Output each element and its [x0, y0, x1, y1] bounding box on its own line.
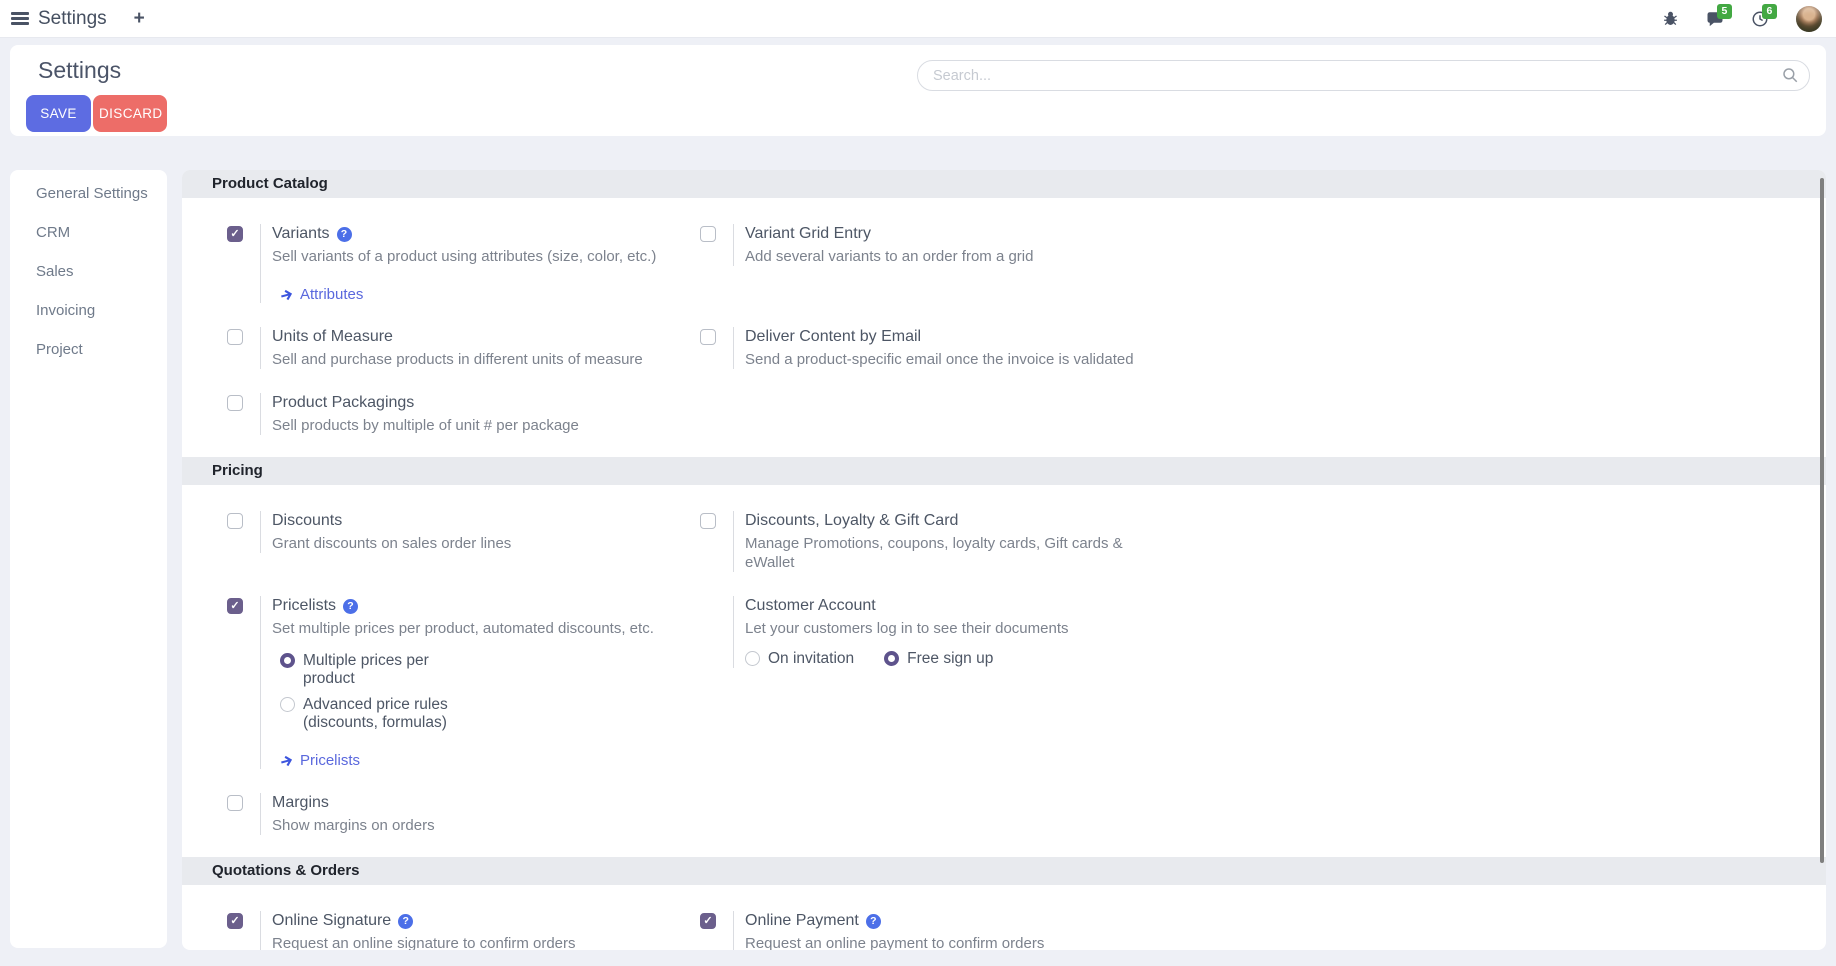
- setting-pricelists: Pricelists Set multiple prices per produ…: [227, 596, 700, 769]
- units-of-measure-checkbox[interactable]: [227, 329, 243, 345]
- setting-description: Add several variants to an order from a …: [745, 247, 1173, 266]
- setting-units-of-measure: Units of Measure Sell and purchase produ…: [227, 327, 700, 369]
- navbar-right-icons: 5 6: [1661, 6, 1836, 32]
- section-header-pricing: Pricing: [182, 457, 1826, 485]
- user-avatar[interactable]: [1796, 6, 1822, 32]
- arrow-right-icon: [278, 286, 295, 303]
- section-header-quotations-orders: Quotations & Orders: [182, 857, 1826, 885]
- setting-description: Grant discounts on sales order lines: [272, 534, 700, 553]
- setting-discounts: Discounts Grant discounts on sales order…: [227, 511, 700, 553]
- arrow-right-icon: [278, 752, 295, 769]
- search-box: [917, 60, 1810, 91]
- link-label: Attributes: [300, 286, 363, 303]
- link-label: Pricelists: [300, 752, 360, 769]
- deliver-content-by-email-checkbox[interactable]: [700, 329, 716, 345]
- setting-description: Let your customers log in to see their d…: [745, 619, 1173, 638]
- page-title: Settings: [38, 57, 121, 84]
- new-tab-button[interactable]: +: [134, 9, 145, 28]
- attributes-link[interactable]: Attributes: [280, 286, 700, 303]
- menu-hamburger-icon[interactable]: [11, 12, 29, 25]
- setting-label: Margins: [272, 793, 329, 813]
- radio-advanced-price-rules[interactable]: Advanced price rules (discounts, formula…: [280, 696, 700, 732]
- settings-header-card: Settings SAVE DISCARD: [10, 45, 1826, 136]
- radio-unselected-icon: [745, 651, 760, 666]
- section-rows-pricing: Discounts Grant discounts on sales order…: [182, 485, 1826, 857]
- setting-description: Request an online signature to confirm o…: [272, 934, 700, 950]
- search-input[interactable]: [917, 60, 1810, 91]
- setting-description: Request an online payment to confirm ord…: [745, 934, 1173, 950]
- setting-description: Show margins on orders: [272, 816, 700, 835]
- setting-description: Send a product-specific email once the i…: [745, 350, 1173, 369]
- vertical-scrollbar[interactable]: [1820, 178, 1824, 863]
- sidebar-item-project[interactable]: Project: [10, 330, 167, 369]
- help-icon[interactable]: [343, 599, 358, 614]
- setting-label: Variants: [272, 224, 330, 244]
- sidebar-item-crm[interactable]: CRM: [10, 213, 167, 252]
- radio-unselected-icon: [280, 697, 295, 712]
- radio-multiple-prices-per-product[interactable]: Multiple prices per product: [280, 652, 700, 688]
- setting-customer-account: Customer Account Let your customers log …: [700, 596, 1173, 668]
- radio-free-sign-up[interactable]: Free sign up: [884, 650, 993, 668]
- help-icon[interactable]: [398, 914, 413, 929]
- online-signature-checkbox[interactable]: [227, 913, 243, 929]
- variants-checkbox[interactable]: [227, 226, 243, 242]
- navbar-app-title: Settings: [38, 8, 107, 30]
- product-packagings-checkbox[interactable]: [227, 395, 243, 411]
- radio-on-invitation[interactable]: On invitation: [745, 650, 854, 668]
- discard-button[interactable]: DISCARD: [93, 95, 167, 132]
- setting-variants: Variants Sell variants of a product usin…: [227, 224, 700, 303]
- messages-count-badge: 5: [1717, 4, 1732, 20]
- activities-count-badge: 6: [1762, 4, 1777, 20]
- settings-sidebar: General Settings CRM Sales Invoicing Pro…: [10, 170, 167, 948]
- setting-variant-grid-entry: Variant Grid Entry Add several variants …: [700, 224, 1173, 266]
- setting-description: Set multiple prices per product, automat…: [272, 619, 700, 638]
- save-button[interactable]: SAVE: [26, 95, 91, 132]
- setting-label: Product Packagings: [272, 393, 414, 413]
- radio-selected-icon: [884, 651, 899, 666]
- online-payment-checkbox[interactable]: [700, 913, 716, 929]
- debug-bug-icon[interactable]: [1661, 10, 1679, 28]
- setting-label: Customer Account: [745, 596, 876, 616]
- pricelists-link[interactable]: Pricelists: [280, 752, 700, 769]
- discounts-checkbox[interactable]: [227, 513, 243, 529]
- messages-icon[interactable]: 5: [1706, 10, 1724, 28]
- activities-clock-icon[interactable]: 6: [1751, 10, 1769, 28]
- setting-label: Discounts: [272, 511, 342, 531]
- sidebar-item-sales[interactable]: Sales: [10, 252, 167, 291]
- search-icon[interactable]: [1781, 66, 1799, 89]
- section-rows-quotations-orders: Online Signature Request an online signa…: [182, 885, 1826, 950]
- top-navbar: Settings + 5 6: [0, 0, 1836, 38]
- setting-label: Discounts, Loyalty & Gift Card: [745, 511, 958, 531]
- setting-description: Sell products by multiple of unit # per …: [272, 416, 700, 435]
- setting-online-payment: Online Payment Request an online payment…: [700, 911, 1173, 950]
- sidebar-item-general-settings[interactable]: General Settings: [10, 174, 167, 213]
- setting-label: Pricelists: [272, 596, 336, 616]
- setting-label: Deliver Content by Email: [745, 327, 921, 347]
- setting-product-packagings: Product Packagings Sell products by mult…: [227, 393, 700, 435]
- setting-label: Units of Measure: [272, 327, 393, 347]
- section-header-product-catalog: Product Catalog: [182, 170, 1826, 198]
- setting-label: Online Signature: [272, 911, 391, 931]
- setting-discounts-loyalty-gift-card: Discounts, Loyalty & Gift Card Manage Pr…: [700, 511, 1173, 572]
- setting-deliver-content-by-email: Deliver Content by Email Send a product-…: [700, 327, 1173, 369]
- discounts-loyalty-checkbox[interactable]: [700, 513, 716, 529]
- settings-content: Product Catalog Variants Sell variants o…: [182, 170, 1826, 950]
- section-rows-product-catalog: Variants Sell variants of a product usin…: [182, 198, 1826, 457]
- help-icon[interactable]: [866, 914, 881, 929]
- settings-app: Settings + 5 6: [0, 0, 1836, 966]
- variant-grid-entry-checkbox[interactable]: [700, 226, 716, 242]
- setting-margins: Margins Show margins on orders: [227, 793, 700, 835]
- sidebar-item-invoicing[interactable]: Invoicing: [10, 291, 167, 330]
- setting-description: Manage Promotions, coupons, loyalty card…: [745, 534, 1173, 572]
- setting-online-signature: Online Signature Request an online signa…: [227, 911, 700, 950]
- margins-checkbox[interactable]: [227, 795, 243, 811]
- setting-label: Variant Grid Entry: [745, 224, 871, 244]
- setting-description: Sell and purchase products in different …: [272, 350, 700, 369]
- radio-selected-icon: [280, 653, 295, 668]
- setting-description: Sell variants of a product using attribu…: [272, 247, 700, 266]
- pricelists-checkbox[interactable]: [227, 598, 243, 614]
- help-icon[interactable]: [337, 227, 352, 242]
- setting-label: Online Payment: [745, 911, 859, 931]
